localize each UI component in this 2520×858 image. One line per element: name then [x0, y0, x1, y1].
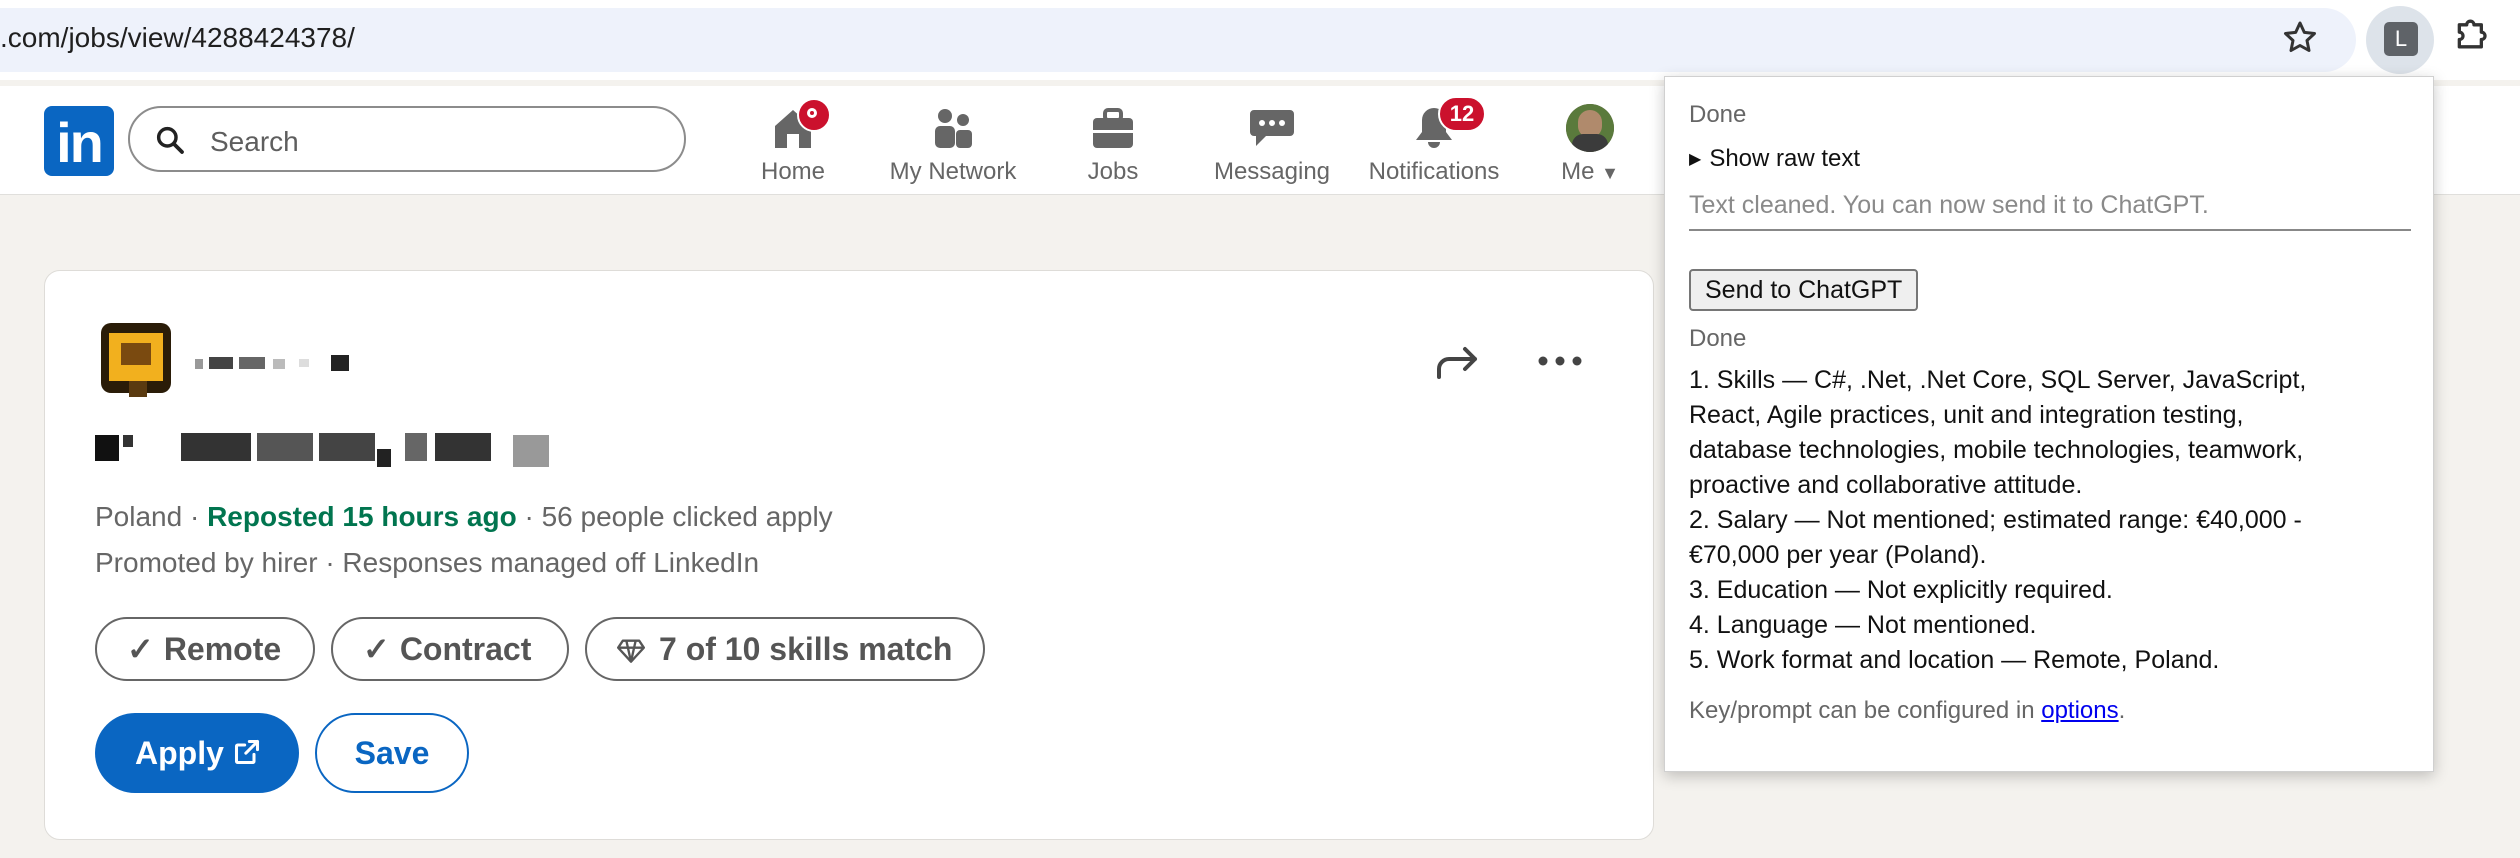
nav-home-label: Home [760, 158, 826, 185]
company-name-redacted [195, 351, 375, 377]
search-icon [156, 126, 184, 154]
job-card: Poland · Reposted 15 hours ago · 56 peop… [44, 270, 1654, 840]
result-item: 2. Salary — Not mentioned; estimated ran… [1689, 506, 2302, 569]
result-item: 1. Skills — C#, .Net, .Net Core, SQL Ser… [1689, 366, 2307, 499]
applicant-count: 56 people clicked apply [541, 501, 833, 532]
extensions-puzzle-icon[interactable] [2452, 12, 2496, 56]
linkedin-logo[interactable]: in [44, 106, 114, 176]
bookmark-star-icon[interactable] [2280, 18, 2320, 58]
search-input[interactable]: Search [210, 126, 299, 158]
job-meta-line: Poland · Reposted 15 hours ago · 56 peop… [95, 501, 833, 532]
nav-notifications-label: Notifications [1368, 158, 1500, 185]
share-icon[interactable] [1435, 343, 1481, 383]
result-item: 5. Work format and location — Remote, Po… [1689, 646, 2220, 674]
browser-toolbar: .com/jobs/view/4288424378/ L [0, 0, 2520, 80]
tag-skills-match[interactable]: 7 of 10 skills match [585, 617, 985, 681]
cleaned-text-area[interactable]: Text cleaned. You can now send it to Cha… [1689, 181, 2411, 231]
nav-notifications[interactable]: 12 Notifications [1360, 96, 1508, 192]
result-item: 3. Education — Not explicitly required. [1689, 576, 2113, 604]
url-text[interactable]: .com/jobs/view/4288424378/ [0, 22, 355, 54]
tag-remote[interactable]: ✓ Remote [95, 617, 315, 681]
popup-footer: Key/prompt can be configured in options. [1689, 697, 2126, 724]
save-button[interactable]: Save [315, 713, 469, 793]
result-item: 4. Language — Not mentioned. [1689, 611, 2037, 639]
nav-me[interactable]: Me ▼ [1550, 96, 1630, 192]
diamond-icon [617, 639, 645, 663]
nav-my-network[interactable]: My Network [882, 96, 1024, 192]
more-options-icon[interactable] [1537, 351, 1583, 371]
reposted-time: Reposted 15 hours ago [207, 501, 517, 532]
promoted-line: Promoted by hirer · Responses managed of… [95, 547, 760, 578]
nav-messaging[interactable]: Messaging [1206, 96, 1338, 192]
cleaned-text-status: Text cleaned. You can now send it to Cha… [1689, 191, 2209, 219]
check-icon: ✓ [363, 631, 390, 667]
job-location: Poland [95, 501, 183, 532]
extension-icon: L [2384, 22, 2418, 56]
status-text-bottom: Done [1689, 325, 1747, 352]
chat-icon [1250, 110, 1294, 146]
job-title-redacted [95, 429, 565, 469]
check-icon: ✓ [127, 631, 154, 667]
avatar [1566, 104, 1614, 152]
nav-home[interactable]: Home [745, 96, 841, 192]
briefcase-icon [1093, 108, 1133, 148]
home-notification-dot [797, 98, 831, 132]
notifications-count-badge: 12 [1438, 96, 1486, 132]
send-to-chatgpt-button[interactable]: Send to ChatGPT [1689, 269, 1919, 311]
chevron-down-icon: ▼ [1601, 163, 1619, 183]
external-link-icon [234, 739, 260, 765]
tag-contract[interactable]: ✓ Contract [331, 617, 569, 681]
nav-my-network-label: My Network [889, 158, 1017, 185]
nav-jobs[interactable]: Jobs [1070, 96, 1156, 192]
nav-me-label: Me ▼ [1561, 158, 1619, 185]
result-list: 1. Skills — C#, .Net, .Net Core, SQL Ser… [1689, 363, 2419, 678]
company-logo [95, 321, 175, 401]
extension-popup: Done ▶ Show raw text Text cleaned. You ca… [1664, 76, 2434, 772]
options-link[interactable]: options [2041, 697, 2118, 724]
show-raw-text-toggle[interactable]: ▶ Show raw text [1689, 145, 1860, 173]
apply-button[interactable]: Apply [95, 713, 299, 793]
status-text-top: Done [1689, 101, 1747, 128]
disclosure-triangle-icon: ▶ [1689, 151, 1702, 168]
search-box[interactable]: Search [128, 106, 686, 172]
nav-messaging-label: Messaging [1213, 158, 1331, 185]
nav-jobs-label: Jobs [1087, 158, 1139, 185]
people-icon [935, 109, 972, 148]
extension-button[interactable]: L [2366, 6, 2434, 74]
address-bar[interactable]: .com/jobs/view/4288424378/ [0, 8, 2356, 72]
